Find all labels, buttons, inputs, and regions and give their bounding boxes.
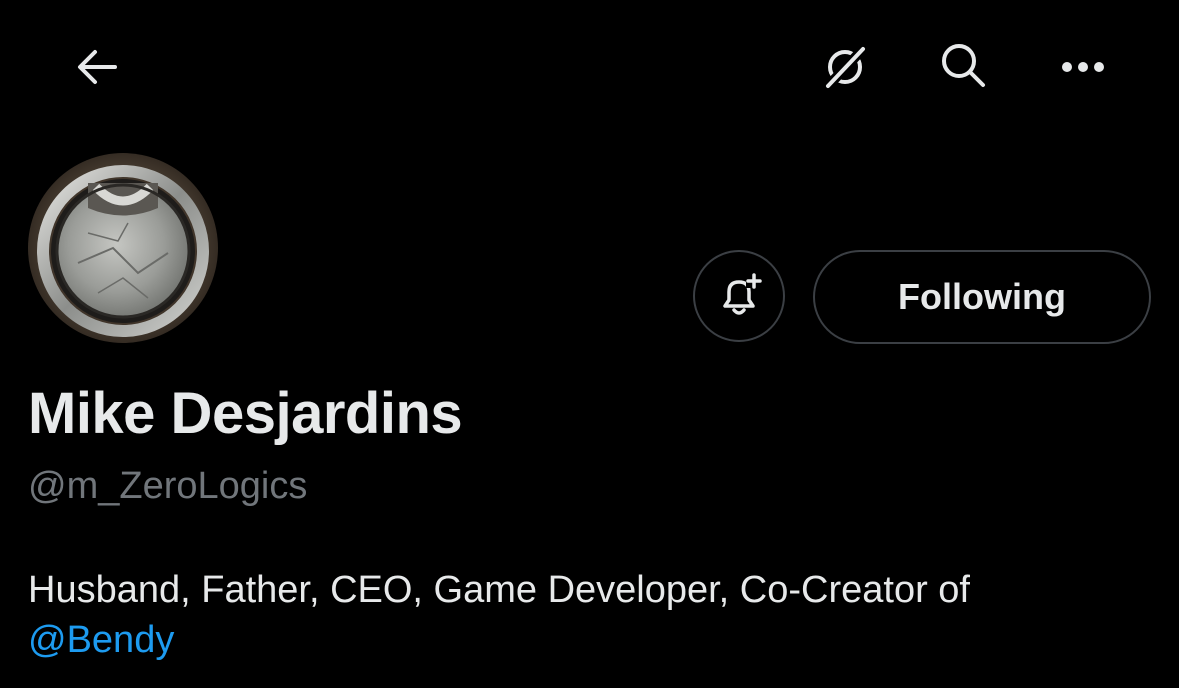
more-icon — [1062, 62, 1104, 72]
grok-icon — [825, 46, 866, 89]
avatar[interactable] — [28, 153, 218, 343]
following-button[interactable]: Following — [813, 250, 1151, 344]
notification-bell-button[interactable] — [693, 250, 785, 342]
more-options-button[interactable] — [1052, 36, 1114, 98]
top-navigation-bar — [0, 0, 1179, 130]
grok-button[interactable] — [814, 36, 876, 98]
search-icon — [942, 44, 985, 87]
bio-mention-link[interactable]: @Bendy — [28, 619, 174, 661]
profile-handle: @m_ZeroLogics — [28, 465, 308, 507]
profile-bio: Husband, Father, CEO, Game Developer, Co… — [28, 565, 1158, 665]
profile-display-name: Mike Desjardins — [28, 381, 463, 446]
search-button[interactable] — [932, 34, 994, 96]
bell-plus-icon — [723, 273, 762, 315]
back-arrow-icon — [78, 50, 117, 84]
back-button[interactable] — [66, 36, 128, 98]
bio-text: Husband, Father, CEO, Game Developer, Co… — [28, 569, 970, 611]
avatar-image — [28, 153, 218, 343]
